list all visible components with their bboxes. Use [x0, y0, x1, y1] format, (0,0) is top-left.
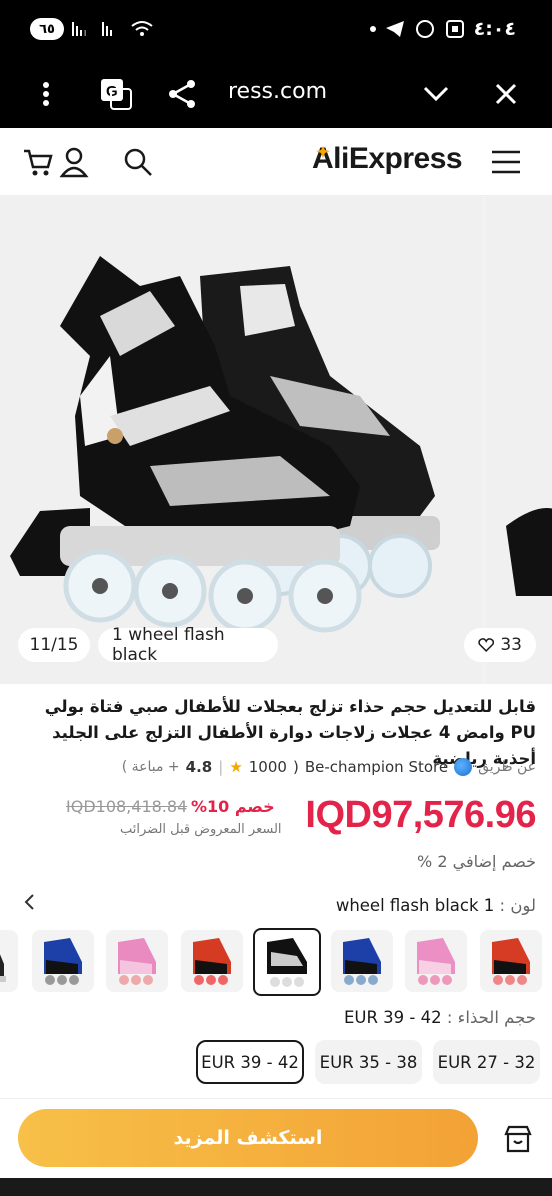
globe-icon	[454, 758, 473, 776]
wishlist-button[interactable]: 33	[464, 628, 536, 662]
next-product-image[interactable]	[486, 196, 552, 684]
explore-more-button[interactable]: استكشف المزيد	[18, 1109, 478, 1167]
color-value: 1 wheel flash black	[335, 896, 495, 915]
size-key: حجم الحذاء :	[446, 1008, 536, 1027]
heart-icon	[478, 638, 495, 653]
site-header: AliExpress	[0, 128, 552, 196]
by-label: عن طريق	[478, 759, 536, 775]
color-swatch[interactable]	[480, 930, 542, 992]
share-icon[interactable]	[160, 72, 204, 116]
wifi-icon	[131, 21, 153, 36]
tax-note: السعر المعروض قبل الضرائب	[120, 822, 282, 837]
discount-badge: خصم 10%	[191, 797, 275, 816]
store-line: عن طريق Be-champion Store ( 1000 ★ | 4.8…	[122, 758, 536, 776]
variant-label-pill: 1 wheel flash black	[98, 625, 278, 665]
sold-prefix: (	[292, 758, 299, 776]
product-image[interactable]	[0, 196, 482, 684]
rating: 4.8	[185, 758, 213, 776]
status-bar: ٦٥ l ٤:٠٤	[0, 0, 552, 60]
translate-icon[interactable]: G	[94, 72, 138, 116]
original-price: IQD108,418.84	[66, 797, 188, 816]
size-option-selected[interactable]: EUR 39 - 42	[196, 1040, 304, 1084]
svg-text:l: l	[84, 29, 86, 38]
clock: ٤:٠٤	[473, 18, 516, 40]
whatsapp-icon	[415, 20, 434, 38]
cart-icon[interactable]	[20, 144, 56, 180]
color-swatches	[0, 928, 552, 996]
sold-count: 1000	[248, 758, 287, 776]
menu-dots-icon[interactable]	[24, 72, 68, 116]
system-nav-bar	[0, 1178, 552, 1196]
close-icon[interactable]	[484, 72, 528, 116]
store-icon	[504, 1125, 532, 1153]
color-swatch[interactable]	[405, 930, 467, 992]
current-price: IQD97,576.96	[305, 794, 536, 836]
notification-dot	[369, 26, 376, 32]
account-icon[interactable]	[56, 144, 92, 180]
url-field[interactable]: ress.com	[228, 79, 327, 104]
logo-spark-icon	[316, 146, 330, 158]
screenshot-icon	[445, 20, 464, 38]
battery-indicator: ٦٥	[30, 18, 64, 40]
separator: |	[218, 758, 224, 776]
color-swatch-selected[interactable]	[253, 928, 321, 996]
star-icon: ★	[229, 758, 243, 776]
hamburger-menu-icon[interactable]	[488, 144, 524, 180]
likes-count: 33	[500, 635, 522, 655]
color-swatch[interactable]	[32, 930, 94, 992]
telegram-icon	[385, 21, 404, 37]
size-option[interactable]: EUR 27 - 32	[433, 1040, 540, 1084]
color-swatch[interactable]	[181, 930, 243, 992]
product-image-gallery[interactable]: 11/15 1 wheel flash black 33	[0, 196, 552, 684]
bottom-action-bar: استكشف المزيد	[0, 1098, 552, 1178]
aliexpress-logo[interactable]: AliExpress	[312, 142, 463, 176]
next-image-preview	[506, 508, 552, 596]
color-swatch[interactable]	[331, 930, 393, 992]
extra-discount[interactable]: خصم إضافي 2 %	[417, 852, 536, 871]
sold-suffix: + مباعة )	[121, 759, 180, 775]
search-icon[interactable]	[120, 144, 156, 180]
image-counter: 11/15	[18, 628, 90, 662]
chevron-down-icon[interactable]	[414, 72, 458, 116]
store-name[interactable]: Be-champion Store	[305, 758, 448, 776]
store-button[interactable]	[496, 1117, 540, 1161]
signal-icon-2	[102, 22, 112, 36]
color-label: لون : 1 wheel flash black	[336, 896, 536, 915]
color-swatch[interactable]	[106, 930, 168, 992]
color-key: لون :	[499, 896, 536, 915]
color-swatch[interactable]	[0, 930, 18, 992]
inline-skates-image	[10, 256, 440, 633]
size-option[interactable]: EUR 35 - 38	[315, 1040, 422, 1084]
chevron-left-icon[interactable]	[20, 892, 40, 912]
browser-toolbar: G ress.com	[0, 60, 552, 128]
signal-icon: l	[72, 22, 86, 38]
size-value: EUR 39 - 42	[343, 1008, 442, 1027]
size-label: حجم الحذاء : EUR 39 - 42	[344, 1008, 536, 1027]
